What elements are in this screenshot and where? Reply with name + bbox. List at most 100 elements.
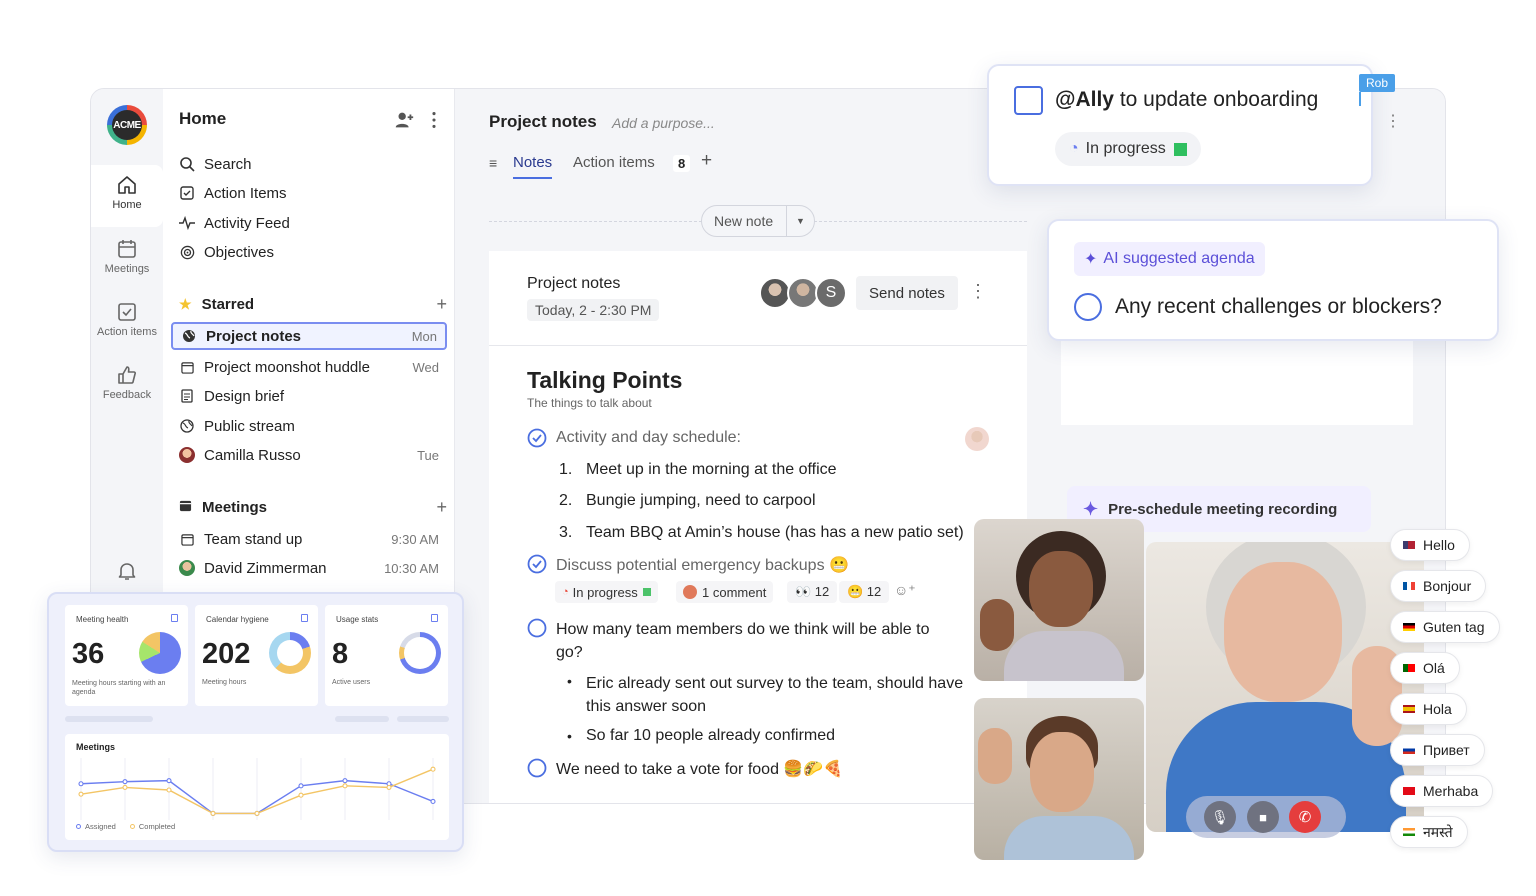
data-point-completed [210,810,216,816]
calendar-icon [431,614,438,622]
talking-point-text[interactable]: How many team members do we think will b… [556,618,956,664]
data-point-completed [430,766,436,772]
portugal-flag-icon [1403,664,1415,672]
video-tile[interactable] [974,698,1144,860]
more-options-icon[interactable] [423,109,445,131]
meeting-item[interactable]: Team stand up 9:30 AM [171,525,447,553]
note-date: Today, 2 - 2:30 PM [527,299,660,321]
video-tile[interactable] [974,519,1144,681]
chevron-down-icon[interactable]: ▼ [786,205,814,237]
checkbox[interactable] [1074,293,1102,321]
reaction-badge[interactable]: 😬 12 [839,581,890,603]
turkey-flag-icon [1403,787,1415,795]
comment-badge[interactable]: 1 comment [676,581,774,603]
document-icon [179,388,195,404]
starred-header: ★ Starred + [179,294,447,315]
meetings-heading: Meetings [202,499,268,516]
participant-face [1030,732,1094,812]
more-options-icon[interactable]: ⋮ [969,281,987,302]
data-point-completed [254,810,260,816]
starred-item-moonshot[interactable]: Project moonshot huddle Wed [171,353,447,381]
checkbox[interactable] [527,758,547,783]
language-text: Привет [1423,742,1470,758]
language-chip: नमस्ते [1390,816,1468,848]
nav-objectives[interactable]: Objectives [171,238,447,266]
panel-placeholder [1061,329,1413,425]
globe-icon [179,418,195,434]
language-text: Hola [1423,701,1452,717]
checkbox[interactable] [527,618,547,643]
add-reaction-icon[interactable]: ☺⁺ [894,582,916,599]
bell-icon[interactable] [115,559,139,583]
action-item-text[interactable]: @Ally to update onboarding [1055,88,1318,112]
stat-card[interactable]: Meeting health 36 Meeting hours starting… [65,605,188,706]
tab-notes[interactable]: Notes [513,154,553,179]
status-icon: ◔ [562,586,569,598]
rail-home-label: Home [112,199,142,211]
status-text: In progress [572,584,638,600]
chart-legend: Assigned Completed [76,822,175,831]
talking-point-text[interactable]: Activity and day schedule: [556,429,741,447]
status-badge[interactable]: ◔ In progress [555,581,658,603]
bullet: • [567,673,572,689]
avatar [965,427,989,451]
participant-shirt [1004,816,1134,860]
rail-item-feedback[interactable]: Feedback [91,357,163,419]
send-notes-button[interactable]: Send notes [856,276,958,310]
add-tab-button[interactable]: + [701,150,712,172]
ai-agenda-card: ✦ AI suggested agenda Any recent challeng… [1047,219,1499,341]
end-call-icon[interactable]: ✆ [1289,801,1321,833]
list-item: Eric already sent out survey to the team… [586,675,964,715]
call-controls: 🎙 ■ ✆ [1186,796,1346,838]
status-badge[interactable]: ◔ In progress [1055,132,1201,166]
language-chip: Merhaba [1390,775,1494,807]
mention[interactable]: @Ally [1055,88,1114,111]
talking-point-text[interactable]: We need to take a vote for food 🍔🌮🍕 [556,759,843,779]
checkbox-icon [179,185,195,201]
microphone-icon[interactable]: 🎙 [1204,801,1236,833]
stat-card[interactable]: Usage stats 8 Active users [325,605,448,706]
nav-action-items[interactable]: Action Items [171,179,447,207]
ai-badge: ✦ AI suggested agenda [1074,242,1265,276]
checked-checkbox[interactable] [527,554,547,579]
checkbox[interactable] [1014,86,1043,115]
rail-meetings-label: Meetings [104,263,150,275]
camera-icon[interactable]: ■ [1247,801,1279,833]
starred-item-design-brief[interactable]: Design brief [171,382,447,410]
data-point-completed [166,787,172,793]
stat-card[interactable]: Calendar hygiene 202 Meeting hours [195,605,318,706]
purpose-input[interactable]: Add a purpose... [612,115,715,131]
starred-item-project-notes[interactable]: Project notes Mon [171,322,447,350]
data-point-assigned [430,798,436,804]
starred-item-camilla[interactable]: Camilla Russo Tue [171,441,447,469]
add-meeting-button[interactable]: + [436,497,447,518]
starred-item-public-stream[interactable]: Public stream [171,412,447,440]
main-video-tile[interactable] [1146,542,1424,832]
section-title: Talking Points [527,367,683,393]
rail-item-home[interactable]: Home [91,165,163,227]
sidebar-title: Home [179,109,227,128]
language-chip: Guten tag [1390,611,1500,643]
sparkle-icon: ✦ [1084,251,1098,268]
add-starred-button[interactable]: + [436,294,447,315]
more-options-icon[interactable]: ⋮ [1385,111,1401,131]
meetings-chart-card: Meetings Assigned Completed [65,734,449,840]
new-note-label: New note [714,213,774,229]
reaction-badge[interactable]: 👀 12 [787,581,838,603]
nav-activity-feed[interactable]: Activity Feed [171,209,447,237]
add-user-icon[interactable] [393,109,415,131]
agenda-question[interactable]: Any recent challenges or blockers? [1115,295,1442,319]
checked-checkbox[interactable] [527,428,547,453]
meeting-item[interactable]: David Zimmerman 10:30 AM [171,554,447,582]
placeholder-bar [65,716,153,722]
rail-item-action-items[interactable]: Action items [91,294,163,356]
rail-item-meetings[interactable]: Meetings [91,231,163,293]
workspace-logo[interactable]: ACME [107,105,147,145]
talking-point-text[interactable]: Discuss potential emergency backups 😬 [556,555,849,575]
tab-action-items[interactable]: Action items [573,154,655,171]
list-item: Meet up in the morning at the office [586,461,837,478]
nav-search[interactable]: Search [171,150,447,178]
outline-icon[interactable]: ≡ [489,155,497,171]
new-note-button[interactable]: New note ▼ [701,205,815,237]
france-flag-icon [1403,582,1415,590]
